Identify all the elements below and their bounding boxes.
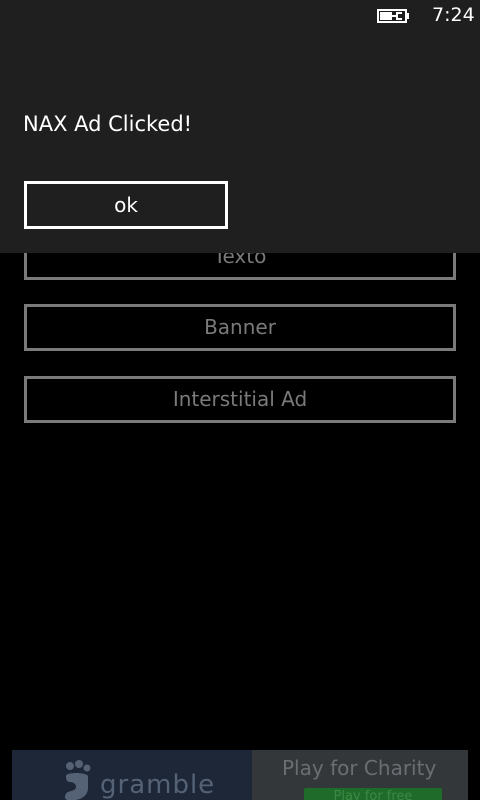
status-clock: 7:24 [432,4,475,26]
status-bar: 7:24 [0,0,480,32]
ad-promo-panel: Play for Charity Play for free [252,750,468,800]
dialog-message: NAX Ad Clicked! [23,112,193,136]
ok-button[interactable]: ok [24,181,228,229]
banner-button[interactable]: Banner [24,304,456,351]
interstitial-ad-button[interactable]: Interstitial Ad [24,376,456,423]
interstitial-ad-button-label: Interstitial Ad [172,387,308,411]
ad-banner[interactable]: gramble Play for Charity Play for free [12,750,468,800]
ad-cta-label: Play for free [333,789,413,800]
ad-cta-button[interactable]: Play for free [304,788,442,800]
ok-button-label: ok [114,193,138,217]
message-box: 7:24 NAX Ad Clicked! ok [0,0,480,253]
ad-brand-name: gramble [100,770,216,800]
ad-brand-panel: gramble [12,750,252,800]
ad-tagline: Play for Charity [282,756,437,780]
gramble-logo-icon [65,760,91,800]
battery-charging-icon [377,9,409,23]
banner-button-label: Banner [204,315,276,339]
